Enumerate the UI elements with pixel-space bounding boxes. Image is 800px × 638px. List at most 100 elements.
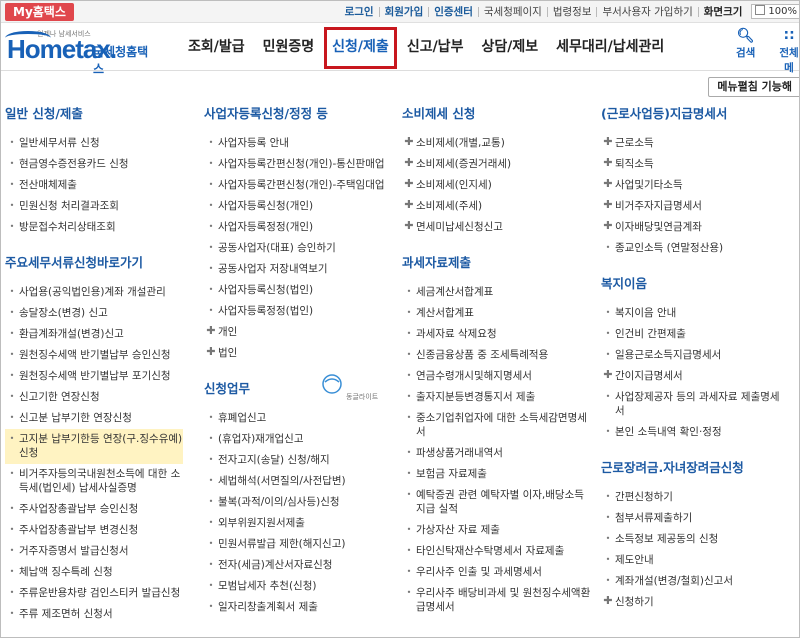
menu-item[interactable]: • 인건비 간편제출 [601, 324, 789, 345]
menu-item[interactable]: • 신고분 납부기한 연장신청 [5, 408, 183, 429]
menu-item[interactable]: • 사업자등록신청(개인) [204, 196, 394, 217]
menu-item[interactable]: • 계산서합계표 [402, 303, 592, 324]
menu-item-label: 연금수령개시및해지명세서 [416, 370, 532, 382]
menu-item[interactable]: • 제도안내 [601, 550, 789, 571]
menu-item[interactable]: • 외부위원지원서제출 [204, 513, 394, 534]
menu-item[interactable]: • 주류운반용차량 검인스티커 발급신청 [5, 583, 183, 604]
nav-report-pay[interactable]: 신고/납부 [398, 23, 473, 71]
zoom-select[interactable]: 100% [751, 4, 799, 19]
menu-item[interactable]: • 휴폐업신고 [204, 408, 394, 429]
menu-item[interactable]: ✚ 소비제세(증권거래세) [402, 154, 592, 175]
menu-item[interactable]: • 주사업장총괄납부 변경신청 [5, 520, 183, 541]
menu-item[interactable]: • 타인신탁재산수탁명세서 자료제출 [402, 541, 592, 562]
menu-item[interactable]: • 전산매체제출 [5, 175, 183, 196]
menu-item[interactable]: • 종교인소득 (연말정산용) [601, 238, 789, 259]
menu-item[interactable]: • 거주자증명서 발급신청서 [5, 541, 183, 562]
menu-item[interactable]: • 예탁증권 관련 예탁자별 이자,배당소득지급 실적 [402, 485, 592, 520]
menu-item[interactable]: • 사업용(공익법인용)계좌 개설관리 [5, 282, 183, 303]
menu-item[interactable]: • 사업자등록신청(법인) [204, 280, 394, 301]
signup-link[interactable]: 회원가입 [380, 4, 429, 19]
menu-item[interactable]: • 파생상품거래내역서 [402, 443, 592, 464]
menu-item-label: 사업자등록간편신청(개인)-주택임대업 [218, 179, 385, 191]
menu-item[interactable]: • 소득정보 제공동의 신청 [601, 529, 789, 550]
menu-item[interactable]: ✚ 소비제세(주세) [402, 196, 592, 217]
my-hometax-tab[interactable]: My홈택스 [5, 3, 74, 21]
menu-item[interactable]: • 보험금 자료제출 [402, 464, 592, 485]
menu-item[interactable]: • 고지분 납부기한등 연장(구.징수유예)신청 [5, 429, 183, 464]
menu-item[interactable]: • (휴업자)재개업신고 [204, 429, 394, 450]
menu-item[interactable]: • 우리사주 배당비과세 및 원천징수세액환급명세서 [402, 583, 592, 618]
menu-item[interactable]: ✚ 개인 [204, 322, 394, 343]
menu-item[interactable]: • 민원서류발급 제한(해지신고) [204, 534, 394, 555]
menu-item[interactable]: • 공동사업자(대표) 승인하기 [204, 238, 394, 259]
nav-inquiry-issue[interactable]: 조회/발급 [179, 23, 254, 71]
login-link[interactable]: 로그인 [340, 4, 379, 19]
menu-item[interactable]: • 전자고지(송달) 신청/해지 [204, 450, 394, 471]
menu-item[interactable]: • 일반세무서류 신청 [5, 133, 183, 154]
menu-item[interactable]: ✚ 비거주자지급명세서 [601, 196, 789, 217]
nts-page-link[interactable]: 국세청페이지 [479, 4, 547, 19]
menu-item[interactable]: • 중소기업취업자에 대한 소득세감면명세서 [402, 408, 592, 443]
menu-item[interactable]: • 출자지분등변경통지서 제출 [402, 387, 592, 408]
menu-item[interactable]: • 공동사업자 저장내역보기 [204, 259, 394, 280]
menu-item[interactable]: ✚ 법인 [204, 343, 394, 364]
menu-item[interactable]: • 사업장제공자 등의 과세자료 제출명세서 [601, 387, 789, 422]
menu-item[interactable]: • 사업자등록 안내 [204, 133, 394, 154]
menu-item[interactable]: • 간편신청하기 [601, 487, 789, 508]
menu-item[interactable]: • 비거주자등의국내원천소득에 대한 소득세(법인세) 납세사실증명 [5, 464, 183, 499]
hometax-logo[interactable]: 언제나 남세서비스 Hometax. 국세청홈택스 [5, 29, 157, 76]
menu-item[interactable]: • 신고기한 연장신청 [5, 387, 183, 408]
menu-item[interactable]: • 사업자등록정정(개인) [204, 217, 394, 238]
bullet-icon: • [406, 448, 412, 457]
menu-item[interactable]: ✚ 소비제세(인지세) [402, 175, 592, 196]
bullet-icon: • [605, 576, 611, 585]
cert-center-link[interactable]: 인증센터 [429, 4, 478, 19]
menu-item[interactable]: • 일자리창출계획서 제출 [204, 597, 394, 618]
menu-item[interactable]: • 민원신청 처리결과조회 [5, 196, 183, 217]
law-info-link[interactable]: 법령정보 [548, 4, 597, 19]
menu-item[interactable]: • 가상자산 자료 제출 [402, 520, 592, 541]
menu-item[interactable]: ✚ 간이지급명세서 [601, 366, 789, 387]
menu-item[interactable]: • 원천징수세액 반기별납부 승인신청 [5, 345, 183, 366]
menu-item[interactable]: • 우리사주 인출 및 과세명세서 [402, 562, 592, 583]
menu-item[interactable]: • 신종금융상품 중 조세특례적용 [402, 345, 592, 366]
menu-item[interactable]: ✚ 근로소득 [601, 133, 789, 154]
menu-item[interactable]: ✚ 퇴직소득 [601, 154, 789, 175]
menu-item[interactable]: • 주류 제조면허 신청서 [5, 604, 183, 625]
menu-item[interactable]: • 사업자등록간편신청(개인)-통신판매업 [204, 154, 394, 175]
menu-item[interactable]: • 연금수령개시및해지명세서 [402, 366, 592, 387]
menu-item[interactable]: • 원천징수세액 반기별납부 포기신청 [5, 366, 183, 387]
menu-item[interactable]: • 사업자등록간편신청(개인)-주택임대업 [204, 175, 394, 196]
menu-item[interactable]: • 전자(세금)계산서자료신청 [204, 555, 394, 576]
nav-civil-certificate[interactable]: 민원증명 [254, 23, 324, 71]
menu-item[interactable]: ✚ 신청하기 [601, 592, 789, 613]
menu-expand-toggle[interactable]: 메뉴펼침 기능해 [708, 77, 799, 97]
dept-user-signup-link[interactable]: 부서사용자 가입하기 [597, 4, 697, 19]
menu-item[interactable]: • 과세자료 삭제요청 [402, 324, 592, 345]
menu-item[interactable]: • 계좌개설(변경/철회)신고서 [601, 571, 789, 592]
menu-item[interactable]: • 일용근로소득지급명세서 [601, 345, 789, 366]
menu-item[interactable]: • 사업자등록정정(법인) [204, 301, 394, 322]
all-menu-button[interactable]: ∷ 전체메 [777, 27, 799, 75]
menu-item[interactable]: ✚ 면세미납세신청신고 [402, 217, 592, 238]
menu-item[interactable]: • 환급계좌개설(변경)신고 [5, 324, 183, 345]
nav-apply-submit[interactable]: 신청/제출 [323, 23, 398, 71]
nav-tax-agent[interactable]: 세무대리/납세관리 [547, 23, 673, 71]
menu-item[interactable]: ✚ 소비제세(개별,교통) [402, 133, 592, 154]
menu-item[interactable]: • 복지이음 안내 [601, 303, 789, 324]
menu-item[interactable]: • 현금영수증전용카드 신청 [5, 154, 183, 175]
menu-item[interactable]: • 체납액 징수특례 신청 [5, 562, 183, 583]
search-button[interactable]: 🔍︎ 검색 [736, 27, 755, 60]
menu-item[interactable]: • 주사업장총괄납부 승인신청 [5, 499, 183, 520]
menu-item[interactable]: ✚ 사업및기타소득 [601, 175, 789, 196]
menu-item[interactable]: • 세법해석(서면질의/사전답변) [204, 471, 394, 492]
menu-item[interactable]: • 세금계산서합계표 [402, 282, 592, 303]
menu-item[interactable]: • 본인 소득내역 확인·정정 [601, 422, 789, 443]
menu-item[interactable]: • 첨부서류제출하기 [601, 508, 789, 529]
menu-item[interactable]: ✚ 이자배당및연금계좌 [601, 217, 789, 238]
menu-item[interactable]: • 모범납세자 추천(신청) [204, 576, 394, 597]
menu-item[interactable]: • 송달장소(변경) 신고 [5, 303, 183, 324]
nav-consult-report[interactable]: 상담/제보 [472, 23, 547, 71]
menu-item[interactable]: • 방문접수처리상태조회 [5, 217, 183, 238]
menu-item[interactable]: • 불복(과적/이의/심사등)신청 [204, 492, 394, 513]
